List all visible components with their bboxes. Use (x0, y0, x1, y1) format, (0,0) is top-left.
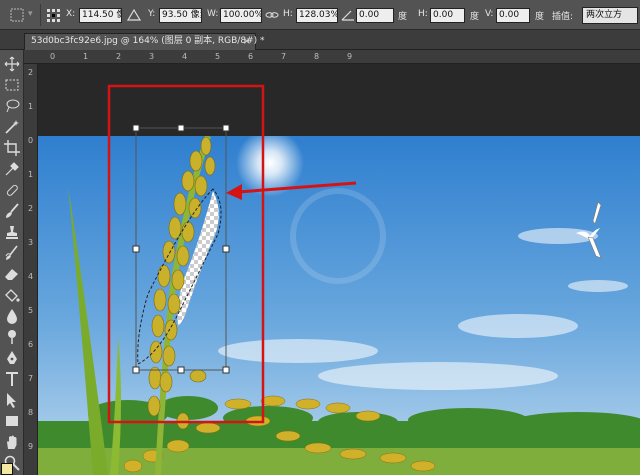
vertical-ruler: 2 1 0 1 2 3 4 5 6 7 8 9 (24, 64, 38, 475)
lasso-icon[interactable] (3, 97, 21, 115)
ruler-tick-label: 1 (28, 102, 34, 111)
ruler-tick-label: 7 (281, 52, 287, 61)
horizontal-ruler: 0 1 2 3 4 5 6 7 8 9 (24, 50, 640, 64)
ruler-tick-label: 6 (248, 52, 254, 61)
ruler-tick-label: 5 (215, 52, 221, 61)
ruler-tick-label: 0 (50, 52, 56, 61)
horizontal-skew-field[interactable]: 0.00 (430, 8, 465, 23)
separator (40, 4, 41, 26)
width-field[interactable]: 100.00% (220, 8, 262, 23)
x-label: X: (66, 9, 76, 19)
tools-panel (0, 50, 24, 475)
ruler-tick-label: 8 (28, 408, 34, 417)
interpolation-label: 插值: (552, 12, 574, 22)
foreground-color-swatch[interactable] (1, 463, 13, 475)
options-bar: ▾ X: 114.50 像素 Y: 93.50 像素 W: 100.00% H:… (0, 0, 640, 30)
paint-bucket-icon[interactable] (3, 286, 21, 304)
annotation-arrow (237, 181, 357, 194)
ruler-tick-label: 8 (314, 52, 320, 61)
dodge-icon[interactable] (3, 328, 21, 346)
height-field[interactable]: 128.03% (296, 8, 338, 23)
ruler-tick-label: 2 (116, 52, 122, 61)
ruler-tick-label: 3 (149, 52, 155, 61)
brush-icon[interactable] (3, 202, 21, 220)
annotation-highlight-box (107, 84, 265, 424)
y-label: Y: (148, 9, 156, 19)
close-tab-icon[interactable]: × (243, 34, 251, 49)
link-icon[interactable] (265, 8, 279, 22)
dropdown-arrow-icon[interactable]: ▾ (28, 9, 33, 19)
ruler-tick-label: 4 (182, 52, 188, 61)
history-brush-icon[interactable] (3, 244, 21, 262)
ruler-tick-label: 2 (28, 204, 34, 213)
reference-point-icon[interactable] (46, 8, 60, 22)
hskew-unit: 度 (470, 12, 480, 22)
document-tab[interactable]: 53d0bc3fc92e6.jpg @ 164% (图层 0 副本, RGB/8… (24, 33, 264, 50)
pen-icon[interactable] (3, 349, 21, 367)
rectangle-icon[interactable] (3, 412, 21, 430)
hskew-label: H: (418, 9, 428, 19)
annotation-overlay (107, 84, 357, 424)
eraser-icon[interactable] (3, 265, 21, 283)
h-label: H: (283, 9, 293, 19)
vertical-skew-field[interactable]: 0.00 (496, 8, 530, 23)
ruler-tick-label: 4 (28, 272, 34, 281)
angle-field[interactable]: 0.00 (356, 8, 394, 23)
magic-wand-icon[interactable] (3, 118, 21, 136)
type-icon[interactable] (3, 370, 21, 388)
selection-marquee (137, 188, 222, 365)
path-selection-icon[interactable] (3, 391, 21, 409)
arrow-head-icon (226, 184, 242, 200)
x-position-field[interactable]: 114.50 像素 (79, 8, 122, 23)
move-icon[interactable] (3, 55, 21, 73)
ruler-tick-label: 0 (28, 136, 34, 145)
ruler-tick-label: 1 (83, 52, 89, 61)
ruler-tick-label: 7 (28, 374, 34, 383)
clone-stamp-icon[interactable] (3, 223, 21, 241)
interpolation-select[interactable]: 两次立方 (582, 7, 638, 24)
vskew-label: V: (485, 9, 494, 19)
canvas-area[interactable] (38, 64, 640, 475)
angle-unit: 度 (398, 12, 408, 22)
crop-icon[interactable] (3, 139, 21, 157)
marquee-icon[interactable] (3, 76, 21, 94)
w-label: W: (207, 9, 219, 19)
ruler-tick-label: 6 (28, 340, 34, 349)
ruler-tick-label: 5 (28, 306, 34, 315)
transform-bounding-box[interactable] (135, 127, 227, 371)
transform-preset-icon[interactable] (10, 8, 24, 22)
document-tab-bar: 53d0bc3fc92e6.jpg @ 164% (图层 0 副本, RGB/8… (0, 30, 640, 50)
transform-handles[interactable] (132, 124, 230, 374)
hand-icon[interactable] (3, 433, 21, 451)
angle-icon (341, 8, 355, 22)
ruler-tick-label: 1 (28, 170, 34, 179)
ruler-tick-label: 3 (28, 238, 34, 247)
healing-brush-icon[interactable] (3, 181, 21, 199)
ruler-tick-label: 9 (347, 52, 353, 61)
y-position-field[interactable]: 93.50 像素 (159, 8, 202, 23)
ruler-tick-label: 9 (28, 442, 34, 451)
document-tab-title: 53d0bc3fc92e6.jpg @ 164% (图层 0 副本, RGB/8… (31, 36, 265, 46)
vskew-unit: 度 (535, 12, 545, 22)
eyedropper-icon[interactable] (3, 160, 21, 178)
relative-position-icon[interactable] (126, 8, 142, 22)
blur-icon[interactable] (3, 307, 21, 325)
ruler-tick-label: 2 (28, 68, 34, 77)
